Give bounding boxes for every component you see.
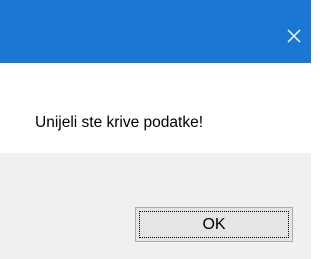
dialog-footer: OK	[0, 153, 311, 259]
title-bar[interactable]	[0, 0, 311, 63]
ok-button[interactable]: OK	[135, 207, 293, 242]
dialog-content: Unijeli ste krive podatke!	[0, 63, 311, 153]
ok-button-label: OK	[139, 211, 289, 238]
close-button[interactable]	[277, 18, 311, 52]
error-message: Unijeli ste krive podatke!	[35, 114, 203, 131]
close-icon	[287, 22, 301, 47]
error-dialog: Unijeli ste krive podatke! OK	[0, 0, 311, 259]
